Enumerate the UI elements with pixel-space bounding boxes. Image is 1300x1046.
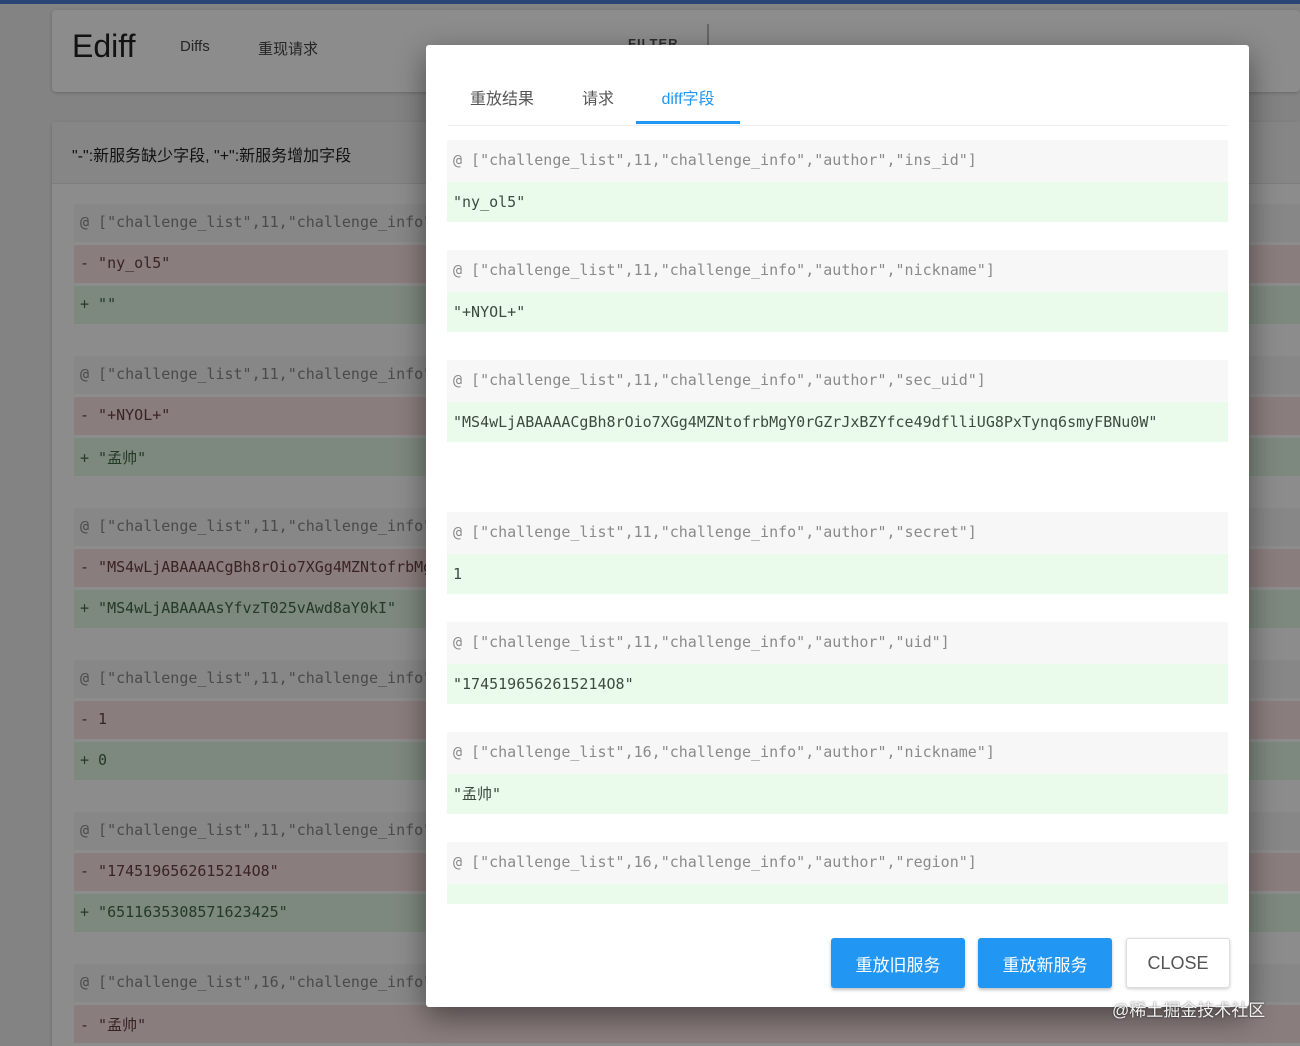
diff-entry: @ ["challenge_list",11,"challenge_info",…: [447, 622, 1228, 704]
diff-entry-value: "+NYOL+": [447, 292, 1228, 332]
tab-replay-result[interactable]: 重放结果: [448, 75, 556, 127]
replay-old-service-button[interactable]: 重放旧服务: [831, 938, 965, 988]
diff-entry-value: 1: [447, 554, 1228, 594]
diff-entry-path: @ ["challenge_list",11,"challenge_info",…: [447, 360, 1228, 402]
diff-entry-value: [447, 884, 1228, 904]
active-tab-indicator: [636, 121, 740, 124]
tab-request[interactable]: 请求: [568, 75, 628, 127]
diff-entry-value: "MS4wLjABAAAACgBh8rOio7XGg4MZNtofrbMgY0r…: [447, 402, 1228, 442]
diff-entry: @ ["challenge_list",11,"challenge_info",…: [447, 512, 1228, 594]
diff-entry: @ ["challenge_list",11,"challenge_info",…: [447, 250, 1228, 332]
diff-dialog: 重放结果 请求 diff字段 @ ["challenge_list",11,"c…: [426, 45, 1249, 1007]
diff-entry-path: @ ["challenge_list",11,"challenge_info",…: [447, 622, 1228, 664]
diff-entry-path: @ ["challenge_list",11,"challenge_info",…: [447, 140, 1228, 182]
diff-entry-path: @ ["challenge_list",16,"challenge_info",…: [447, 842, 1228, 884]
tab-diff-fields[interactable]: diff字段: [636, 75, 740, 127]
diff-entry-path: @ ["challenge_list",11,"challenge_info",…: [447, 512, 1228, 554]
diff-entry: @ ["challenge_list",11,"challenge_info",…: [447, 140, 1228, 222]
replay-new-service-button[interactable]: 重放新服务: [978, 938, 1112, 988]
watermark: @稀土掘金技术社区: [1112, 1001, 1266, 1020]
diff-entry: @ ["challenge_list",16,"challenge_info",…: [447, 842, 1228, 904]
diff-entry-value: "孟帅": [447, 774, 1228, 814]
diff-entry-value: "ny_ol5": [447, 182, 1228, 222]
diff-entry-value: "1745196562615214O8": [447, 664, 1228, 704]
diff-entry-path: @ ["challenge_list",11,"challenge_info",…: [447, 250, 1228, 292]
diff-entry-path: @ ["challenge_list",16,"challenge_info",…: [447, 732, 1228, 774]
diff-entry: @ ["challenge_list",11,"challenge_info",…: [447, 360, 1228, 442]
diff-entry: @ ["challenge_list",16,"challenge_info",…: [447, 732, 1228, 814]
close-button[interactable]: CLOSE: [1126, 938, 1230, 988]
dialog-tabs: 重放结果 请求 diff字段: [448, 75, 1228, 127]
tabs-divider: [448, 125, 1228, 126]
